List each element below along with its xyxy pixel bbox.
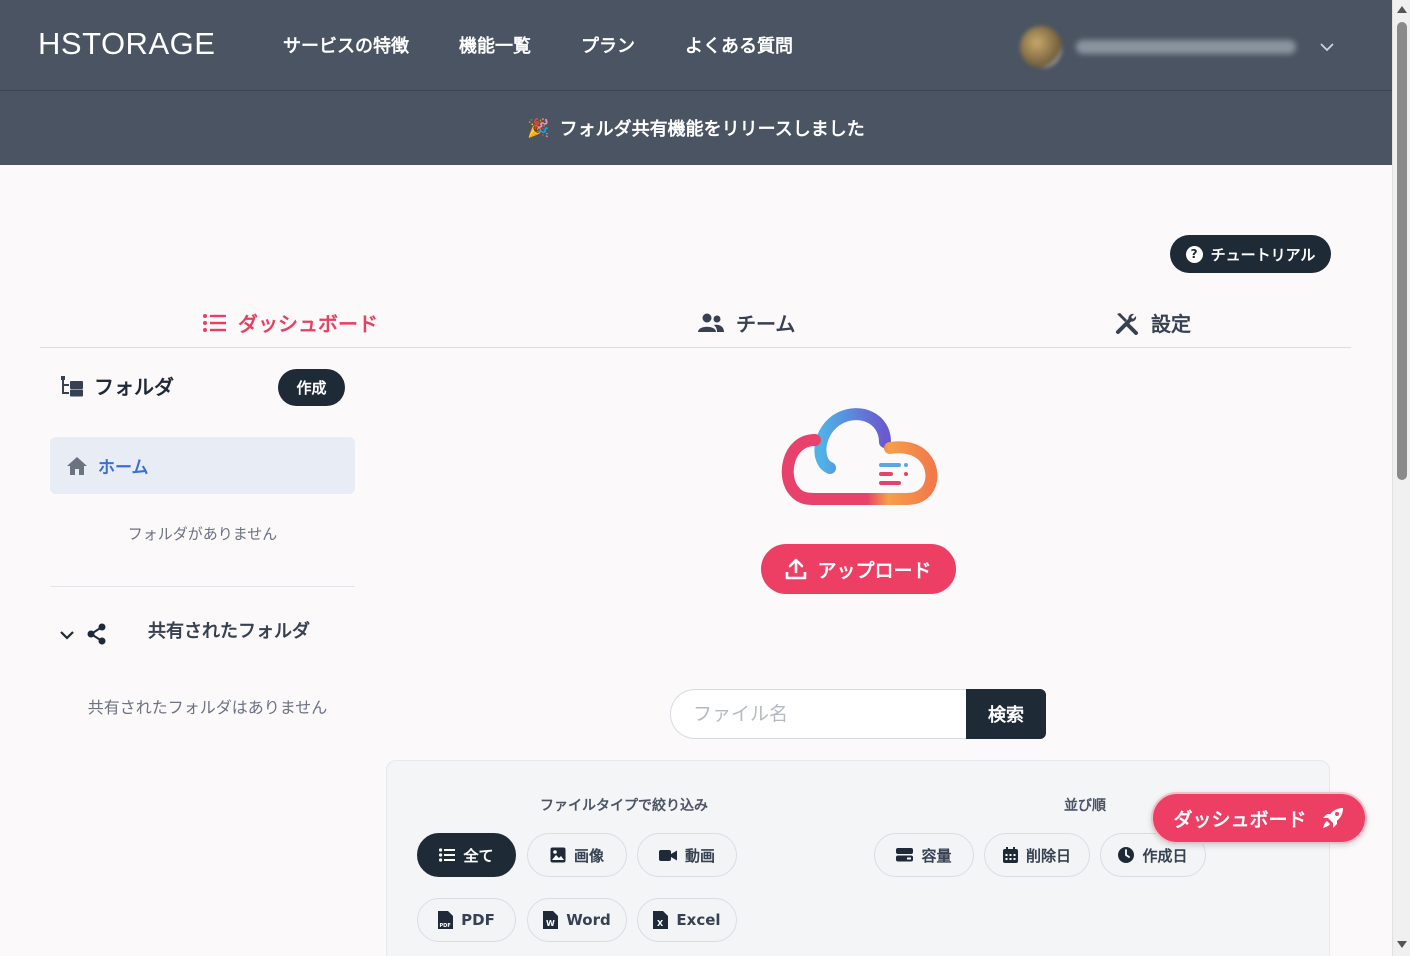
user-email-blurred (1076, 40, 1296, 54)
calendar-icon (1002, 847, 1018, 863)
nav-link-faq[interactable]: よくある質問 (685, 32, 793, 58)
folder-tree-icon (61, 375, 83, 396)
cloud-upload-logo (781, 408, 938, 505)
svg-text:PDF: PDF (440, 923, 451, 929)
announcement-banner: 🎉 フォルダ共有機能をリリースしました (0, 90, 1392, 165)
file-search: 検索 (670, 689, 1046, 739)
top-navbar: HSTORAGE サービスの特徴 機能一覧 プラン よくある質問 (0, 0, 1392, 90)
nav-link-features[interactable]: サービスの特徴 (283, 32, 409, 58)
tutorial-label: チュートリアル (1210, 245, 1316, 264)
word-file-icon: W (543, 911, 559, 929)
filter-chip-all[interactable]: 全て (417, 833, 516, 877)
avatar[interactable] (1020, 26, 1062, 68)
sort-order-label: 並び順 (1064, 798, 1106, 814)
excel-file-icon: X (653, 911, 669, 929)
question-icon: ? (1185, 245, 1203, 263)
tab-team[interactable]: チーム (698, 308, 795, 337)
sort-chip-deleted-date[interactable]: 削除日 (984, 833, 1090, 877)
filter-chip-image[interactable]: 画像 (527, 833, 627, 877)
users-icon (698, 313, 724, 332)
no-shared-folders-text: 共有されたフォルダはありません (87, 698, 328, 717)
clock-icon (1118, 847, 1135, 863)
shared-folders-title: 共有されたフォルダ (148, 621, 310, 642)
chevron-down-icon[interactable] (58, 626, 76, 644)
tab-settings-label: 設定 (1151, 312, 1191, 336)
filter-chip-pdf-label: PDF (461, 911, 495, 929)
tab-dashboard-label: ダッシュボード (238, 312, 378, 336)
sort-chip-size-label: 容量 (921, 846, 952, 865)
filter-panel: ファイルタイプで絞り込み 並び順 全て 画像 動画 PDF PDF W Word (386, 760, 1330, 956)
list-icon (439, 848, 456, 862)
scrollbar-thumb[interactable] (1397, 22, 1407, 480)
rocket-icon (1322, 808, 1343, 828)
sidebar-item-home[interactable]: ホーム (50, 437, 355, 494)
image-icon (550, 847, 566, 863)
logo[interactable]: HSTORAGE (38, 26, 215, 62)
upload-icon (786, 558, 807, 580)
nav-link-plans[interactable]: プラン (581, 32, 635, 58)
tools-icon (1116, 312, 1138, 335)
filter-chip-excel-label: Excel (676, 911, 721, 929)
tab-settings[interactable]: 設定 (1115, 308, 1191, 337)
file-type-filter-label: ファイルタイプで絞り込み (540, 798, 708, 814)
nav-link-functions[interactable]: 機能一覧 (459, 32, 531, 58)
nav-links: サービスの特徴 機能一覧 プラン よくある質問 (283, 32, 843, 58)
sort-chip-size[interactable]: 容量 (874, 833, 974, 877)
filter-chip-word-label: Word (566, 911, 611, 929)
file-name-search-input[interactable] (670, 689, 970, 739)
hard-drive-icon (896, 848, 914, 862)
upload-button[interactable]: アップロード (761, 544, 956, 594)
home-icon (67, 456, 87, 475)
tutorial-button[interactable]: ? チュートリアル (1170, 235, 1331, 273)
list-icon (203, 313, 226, 332)
no-folders-text: フォルダがありません (127, 525, 278, 543)
vertical-scrollbar[interactable] (1392, 0, 1410, 956)
banner-text: フォルダ共有機能をリリースしました (559, 119, 865, 140)
scroll-down-arrow-icon[interactable] (1397, 941, 1407, 948)
filter-chip-video[interactable]: 動画 (637, 833, 737, 877)
search-button[interactable]: 検索 (966, 689, 1046, 739)
main-tabs: ダッシュボード チーム 設定 (40, 300, 1351, 348)
divider (50, 586, 355, 587)
sort-chip-deleted-date-label: 削除日 (1025, 846, 1071, 865)
svg-text:W: W (546, 919, 555, 928)
filter-chip-excel[interactable]: X Excel (637, 898, 737, 942)
video-camera-icon (658, 849, 677, 861)
home-label: ホーム (98, 458, 149, 478)
user-menu[interactable] (1020, 26, 1336, 68)
folder-title: フォルダ (94, 375, 174, 399)
chevron-down-icon[interactable] (1318, 38, 1336, 56)
filter-chip-video-label: 動画 (684, 846, 715, 865)
upload-label: アップロード (817, 559, 932, 582)
scroll-up-arrow-icon[interactable] (1397, 6, 1407, 13)
party-popper-icon: 🎉 (527, 117, 550, 139)
filter-chip-image-label: 画像 (573, 846, 604, 865)
filter-chip-all-label: 全て (463, 846, 494, 865)
folder-header: フォルダ (60, 371, 174, 400)
pdf-file-icon: PDF (438, 911, 454, 929)
tab-dashboard[interactable]: ダッシュボード (202, 308, 378, 337)
floating-dashboard-label: ダッシュボード (1173, 808, 1307, 831)
share-icon (87, 623, 106, 645)
create-folder-button[interactable]: 作成 (278, 369, 345, 406)
svg-text:X: X (657, 919, 664, 928)
sort-chip-created-date-label: 作成日 (1142, 846, 1188, 865)
floating-dashboard-button[interactable]: ダッシュボード (1151, 792, 1367, 844)
filter-chip-word[interactable]: W Word (527, 898, 627, 942)
filter-chip-pdf[interactable]: PDF PDF (417, 898, 516, 942)
tab-team-label: チーム (736, 312, 796, 336)
